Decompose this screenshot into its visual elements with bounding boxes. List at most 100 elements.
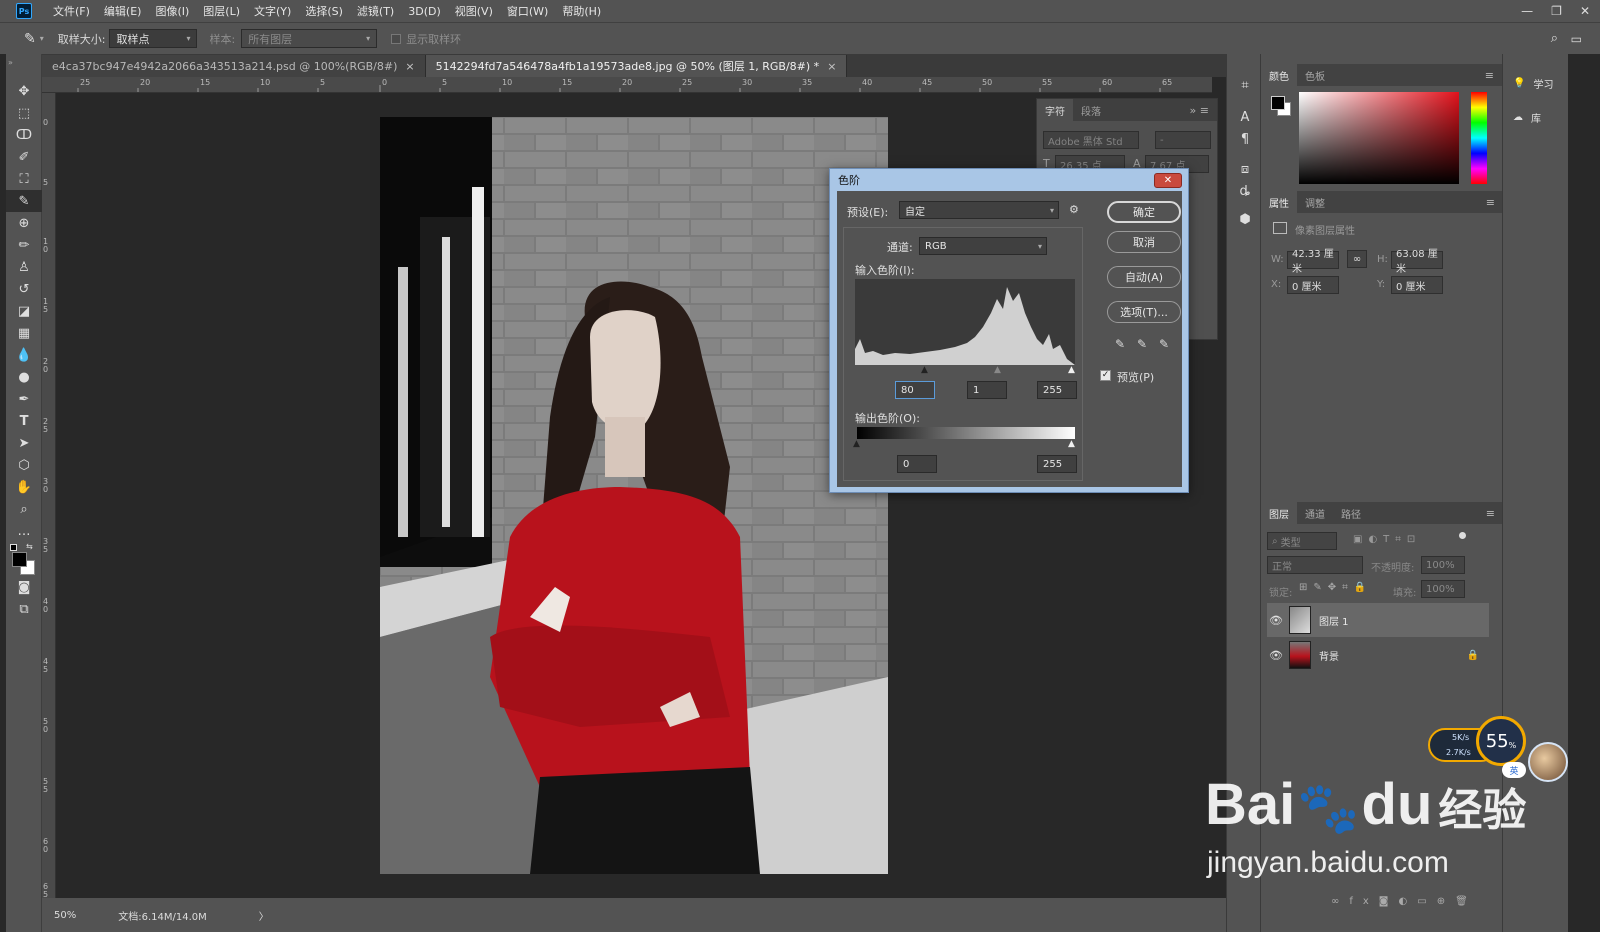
link-layers-icon[interactable]: ∞ [1331, 896, 1349, 907]
toolbar-collapse-icon[interactable]: » [6, 54, 41, 80]
tab-character[interactable]: 字符 [1037, 99, 1073, 121]
cancel-button[interactable]: 取消 [1107, 231, 1181, 253]
preset-select[interactable]: 自定 ▾ [899, 201, 1059, 219]
healing-brush-tool-icon[interactable]: ⊕ [6, 212, 42, 234]
adjustment-layer-icon[interactable]: ◐ [1399, 896, 1418, 907]
canvas-image[interactable] [380, 117, 888, 874]
width-field[interactable]: 42.33 厘米 [1287, 249, 1339, 275]
menu-select[interactable]: 选择(S) [298, 3, 350, 19]
brush-tool-icon[interactable]: ✏ [6, 234, 42, 256]
menu-image[interactable]: 图像(I) [148, 3, 196, 19]
dodge-tool-icon[interactable]: ● [6, 366, 42, 388]
foreground-color-swatch[interactable] [12, 552, 27, 567]
workspace-icon[interactable]: ▭ [1571, 32, 1582, 46]
path-select-tool-icon[interactable]: ➤ [6, 432, 42, 454]
menu-view[interactable]: 视图(V) [448, 3, 500, 19]
close-icon[interactable]: × [827, 60, 836, 73]
more-tools-icon[interactable]: … [6, 520, 42, 542]
character-panel-icon[interactable]: A [1227, 106, 1263, 128]
new-layer-icon[interactable]: ⊕ [1437, 896, 1455, 907]
tab-color[interactable]: 颜色 [1261, 64, 1297, 86]
shape-tool-icon[interactable]: ⬡ [6, 454, 42, 476]
layer-row[interactable]: 👁 背景 🔒 [1267, 638, 1489, 672]
tab-paragraph[interactable]: 段落 [1073, 99, 1109, 121]
glyphs-panel-icon[interactable]: ⧈ [1227, 158, 1263, 180]
sample-select[interactable]: 所有图层 ▾ [241, 29, 378, 48]
history-panel-icon[interactable]: ⌗ [1227, 74, 1263, 96]
zoom-level[interactable]: 50% [54, 910, 76, 921]
eyedropper-tool-icon[interactable]: ✎ [6, 190, 42, 212]
doc-tab-jpg[interactable]: 5142294fd7a546478a4fb1a19573ade8.jpg @ 5… [425, 55, 848, 77]
3d-panel-icon[interactable]: ⬢ [1227, 208, 1263, 230]
learn-button[interactable]: 💡 学习 [1513, 76, 1553, 91]
new-group-icon[interactable]: ▭ [1417, 896, 1436, 907]
color-field[interactable] [1299, 92, 1459, 184]
library-button[interactable]: ☁ 库 [1513, 110, 1541, 125]
crop-tool-icon[interactable]: ⛶ [6, 168, 42, 190]
menu-file[interactable]: 文件(F) [46, 3, 97, 19]
status-menu-icon[interactable]: 〉 [259, 908, 269, 923]
panel-menu-icon[interactable]: ≡ [1485, 69, 1494, 82]
fill-field[interactable]: 100% [1421, 580, 1465, 598]
menu-3d[interactable]: 3D(D) [401, 5, 448, 18]
tab-layers[interactable]: 图层 [1261, 502, 1297, 524]
ok-button[interactable]: 确定 [1107, 201, 1181, 223]
tab-adjustments[interactable]: 调整 [1297, 191, 1333, 213]
character-styles-icon[interactable]: ȡ [1227, 180, 1263, 202]
delete-layer-icon[interactable]: 🗑 [1455, 896, 1478, 907]
output-white-slider[interactable]: ▲ [1068, 439, 1075, 449]
input-black-slider[interactable]: ▲ [921, 365, 928, 375]
panel-menu-icon[interactable]: ≡ [1486, 196, 1495, 209]
chevron-down-icon[interactable]: ▾ [40, 34, 44, 43]
history-brush-tool-icon[interactable]: ↺ [6, 278, 42, 300]
move-tool-icon[interactable]: ✥ [6, 80, 42, 102]
input-black-field[interactable]: 80 [895, 381, 935, 399]
panel-menu-icon[interactable]: » ≡ [1190, 104, 1209, 117]
tab-paths[interactable]: 路径 [1333, 502, 1369, 524]
preset-options-gear-icon[interactable]: ⚙ [1069, 203, 1079, 216]
visibility-eye-icon[interactable]: 👁 [1267, 649, 1285, 662]
menu-layer[interactable]: 图层(L) [196, 3, 247, 19]
auto-button[interactable]: 自动(A) [1107, 266, 1181, 288]
layer-row[interactable]: 👁 图层 1 [1267, 603, 1489, 637]
gradient-tool-icon[interactable]: ▦ [6, 322, 42, 344]
input-white-field[interactable]: 255 [1037, 381, 1077, 399]
menu-edit[interactable]: 编辑(E) [97, 3, 149, 19]
fg-color-swatch[interactable] [1271, 96, 1285, 110]
y-field[interactable]: 0 厘米 [1391, 276, 1443, 294]
tab-channels[interactable]: 通道 [1297, 502, 1333, 524]
minimize-icon[interactable]: — [1521, 4, 1533, 18]
add-mask-icon[interactable]: ◙ [1379, 896, 1399, 907]
filter-toggle-icon[interactable] [1459, 532, 1466, 539]
panel-menu-icon[interactable]: ≡ [1486, 507, 1495, 520]
tab-properties[interactable]: 属性 [1261, 191, 1297, 213]
default-colors-icon[interactable] [10, 544, 17, 551]
screen-mode-icon[interactable]: ⧉ [6, 598, 42, 620]
output-white-field[interactable]: 255 [1037, 455, 1077, 473]
channel-select[interactable]: RGB ▾ [919, 237, 1047, 255]
input-white-slider[interactable]: ▲ [1068, 365, 1075, 375]
preview-checkbox[interactable]: ✓ [1100, 370, 1111, 381]
show-ring-checkbox[interactable] [391, 33, 402, 44]
font-family-select[interactable]: Adobe 黑体 Std [1043, 131, 1139, 149]
opacity-field[interactable]: 100% [1421, 556, 1465, 574]
font-style-select[interactable]: - [1155, 131, 1211, 149]
close-window-icon[interactable]: ✕ [1580, 4, 1590, 18]
eyedropper-tool-preset-icon[interactable]: ✎ [24, 31, 36, 47]
lock-icons[interactable]: ⊞✎✥⌗🔒 [1299, 582, 1372, 593]
height-field[interactable]: 63.08 厘米 [1391, 249, 1443, 275]
menu-filter[interactable]: 滤镜(T) [350, 3, 401, 19]
paragraph-panel-icon[interactable]: ¶ [1227, 128, 1263, 150]
doc-tab-psd[interactable]: e4ca37bc947e4942a2066a343513a214.psd @ 1… [42, 55, 426, 77]
hand-tool-icon[interactable]: ✋ [6, 476, 42, 498]
lasso-tool-icon[interactable]: ↀ [6, 124, 42, 146]
blend-mode-select[interactable]: 正常 [1267, 556, 1363, 574]
search-icon[interactable]: ⌕ [1551, 31, 1558, 46]
gray-point-eyedropper-icon[interactable]: ✎ [1137, 337, 1147, 351]
output-black-field[interactable]: 0 [897, 455, 937, 473]
fx-icon[interactable]: fx [1349, 896, 1378, 907]
input-gamma-field[interactable]: 1 [967, 381, 1007, 399]
marquee-tool-icon[interactable]: ⬚ [6, 102, 42, 124]
swap-colors-icon[interactable]: ⇆ [26, 542, 33, 551]
options-button[interactable]: 选项(T)... [1107, 301, 1181, 323]
